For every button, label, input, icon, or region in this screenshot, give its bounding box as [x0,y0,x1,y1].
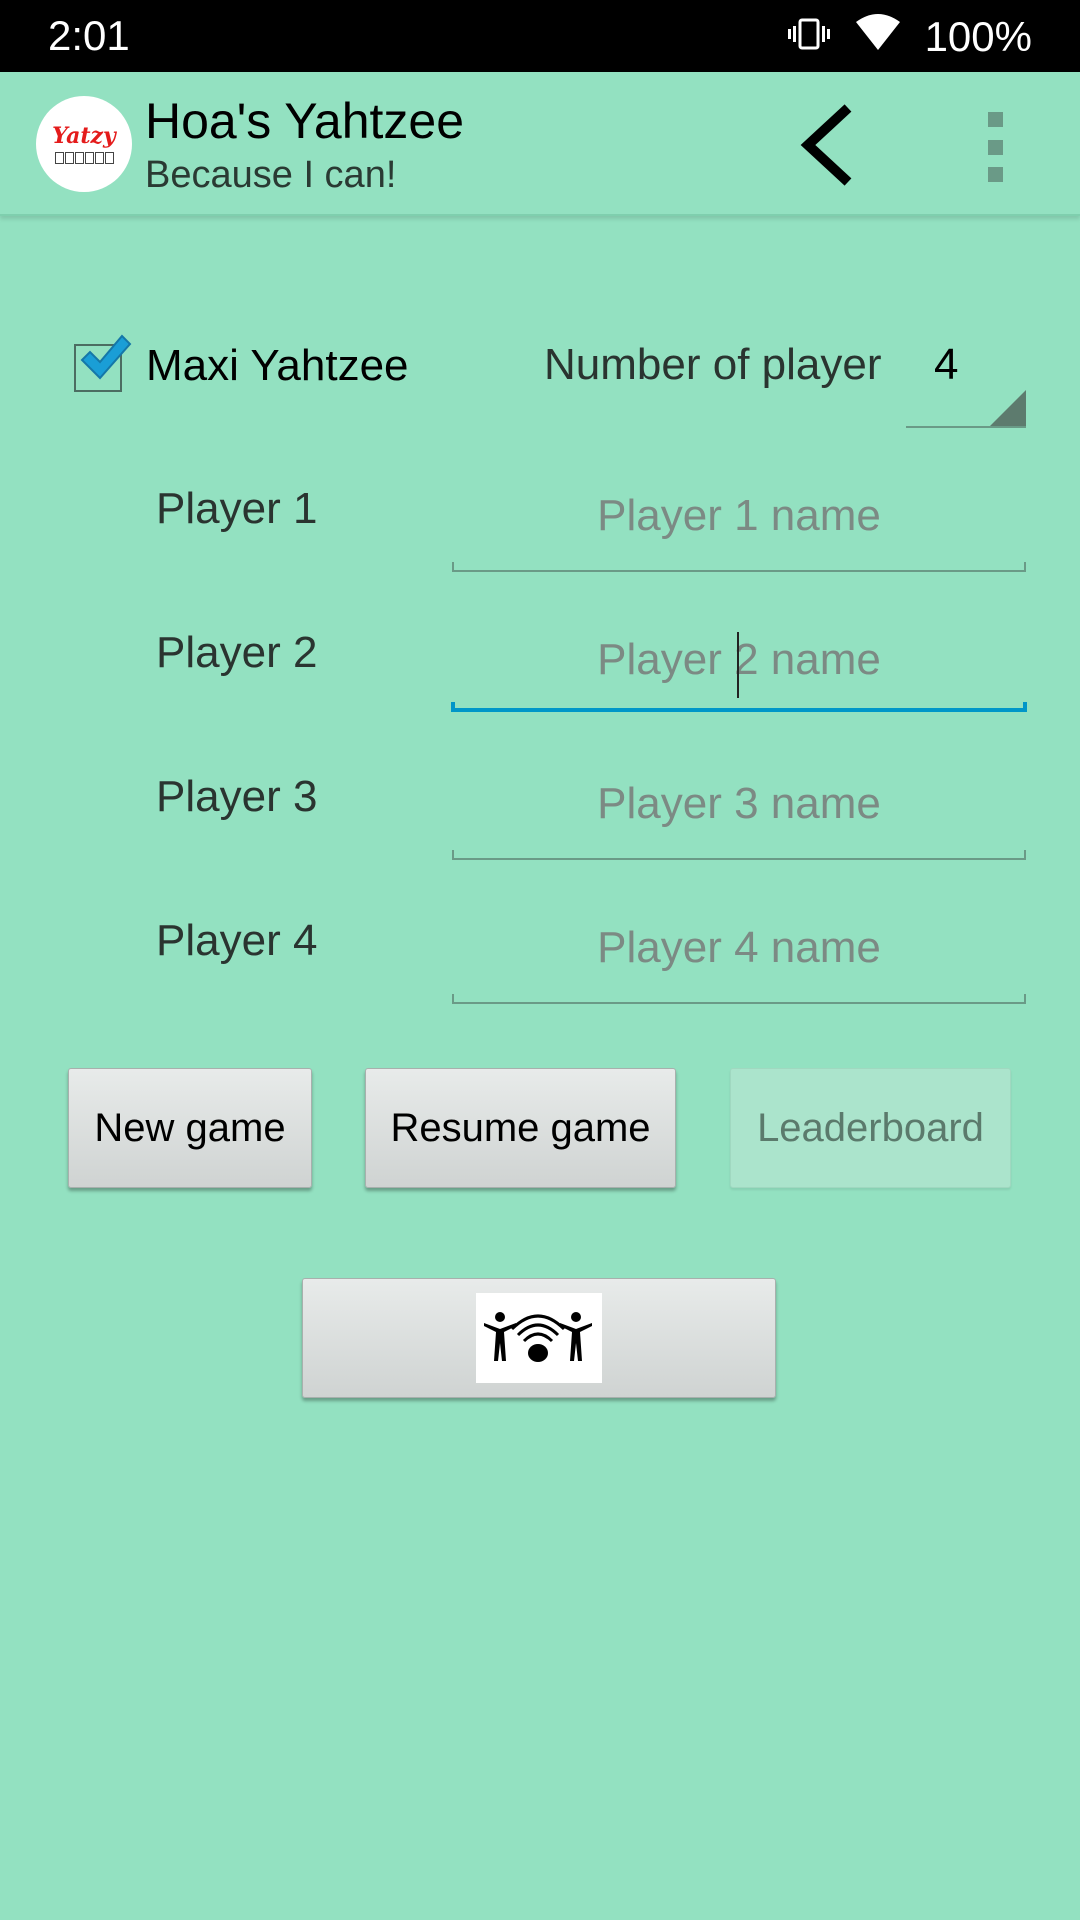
back-button[interactable] [790,100,870,190]
player-row-2: Player 2 [0,610,1080,720]
logo-text: Yatzy [52,123,116,149]
player-1-name-input[interactable] [452,466,1026,566]
number-of-player-spinner[interactable]: 4 [906,340,1026,428]
number-of-player-value: 4 [934,340,959,389]
wifi-icon [855,12,901,62]
people-wireless-icon [476,1293,602,1383]
dropdown-triangle-icon [990,390,1026,426]
overflow-menu-icon [987,112,1003,127]
player-row-4: Player 4 [0,898,1080,1008]
text-cursor [737,632,739,698]
dice-icon [54,152,114,164]
player-3-label: Player 3 [156,772,318,821]
status-bar: 2:01 100% [0,0,1080,72]
leaderboard-button[interactable]: Leaderboard [730,1068,1011,1188]
player-row-1: Player 1 [0,466,1080,576]
player-3-name-input[interactable] [452,754,1026,854]
player-row-3: Player 3 [0,754,1080,864]
status-icons: 100% [787,12,1032,62]
new-game-button[interactable]: New game [68,1068,312,1188]
resume-game-button[interactable]: Resume game [365,1068,676,1188]
player-4-name-input[interactable] [452,898,1026,998]
back-icon [800,104,852,186]
player-4-label: Player 4 [156,916,318,965]
maxi-yahtzee-option[interactable]: Maxi Yahtzee [74,334,409,392]
player-1-label: Player 1 [156,484,318,533]
maxi-yahtzee-checkbox[interactable] [74,334,132,392]
app-logo: Yatzy [36,96,132,192]
app-subtitle: Because I can! [145,154,397,196]
app-bar: Yatzy Hoa's Yahtzee Because I can! [0,72,1080,216]
app-title: Hoa's Yahtzee [145,93,465,149]
checkmark-icon [80,334,132,380]
vibrate-icon [787,13,831,61]
overflow-menu-button[interactable] [980,112,1010,182]
status-time: 2:01 [48,12,130,59]
player-2-label: Player 2 [156,628,318,677]
maxi-yahtzee-label: Maxi Yahtzee [146,341,409,390]
multiplayer-connect-button[interactable] [302,1278,776,1398]
battery-percent: 100% [924,13,1032,60]
player-2-name-input[interactable] [452,610,1026,710]
number-of-player-label: Number of player [544,340,882,389]
